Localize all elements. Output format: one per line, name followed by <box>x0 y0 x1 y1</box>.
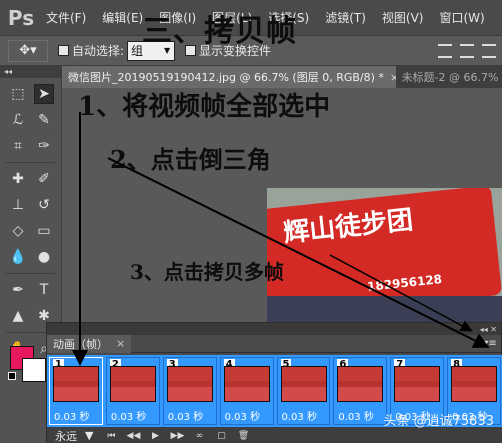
dodge-tool-icon[interactable]: ● <box>34 247 54 267</box>
loop-options-dropdown[interactable]: 永远 ▼ <box>51 428 97 443</box>
tab-label: 未标题-2 @ 66.7% <box>401 71 499 84</box>
auto-select-label: 自动选择: <box>72 44 125 58</box>
loop-value: 永远 <box>55 429 77 443</box>
frame-delay[interactable]: 0.03 秒 <box>225 408 260 423</box>
healing-brush-tool-icon[interactable]: ✚ <box>8 169 28 189</box>
quick-select-tool-icon[interactable]: ✎ <box>34 110 54 130</box>
pen-tool-icon[interactable]: ✒ <box>8 280 28 300</box>
frame-delay[interactable]: 0.03 秒 <box>111 408 146 423</box>
animation-frame[interactable]: 1 0.03 秒 <box>49 357 103 425</box>
menu-filter[interactable]: 滤镜(T) <box>317 9 374 26</box>
gradient-tool-icon[interactable]: ▭ <box>34 221 54 241</box>
document-tabs: 微信图片_20190519190412.jpg @ 66.7% (图层 0, R… <box>62 66 502 88</box>
animation-frame[interactable]: 5 0.03 秒 <box>276 357 331 425</box>
default-colors-icon[interactable] <box>8 372 16 380</box>
align-top-icon[interactable] <box>438 43 452 58</box>
panel-tab-label: 动画（帧） <box>53 337 108 351</box>
close-icon[interactable]: × <box>116 337 125 350</box>
photoshop-logo: Ps <box>7 5 35 30</box>
watermark: 头条 @逍诚75833 <box>383 414 495 429</box>
animation-frame[interactable]: 4 0.03 秒 <box>219 357 274 425</box>
first-frame-icon[interactable]: ⏮ <box>103 429 119 442</box>
frame-thumbnail <box>53 366 99 402</box>
frame-thumbnail <box>394 366 441 402</box>
crop-tool-icon[interactable]: ⌗ <box>8 136 28 156</box>
animation-controls: 永远 ▼ ⏮ ◀◀ ▶ ▶▶ ∞ ▢ 🗑 <box>47 427 502 443</box>
move-tool-icon[interactable]: ➤ <box>34 84 54 104</box>
history-brush-tool-icon[interactable]: ↺ <box>34 195 54 215</box>
align-buttons <box>438 43 496 58</box>
step-2-text: 2、点击倒三角 <box>110 145 271 174</box>
background-color-swatch[interactable] <box>22 358 46 382</box>
play-icon[interactable]: ▶ <box>147 429 163 442</box>
align-middle-icon[interactable] <box>460 43 474 58</box>
lasso-tool-icon[interactable]: ℒ <box>8 110 28 130</box>
previous-frame-icon[interactable]: ◀◀ <box>125 429 141 442</box>
tutorial-title: 三、拷贝帧 <box>142 14 297 49</box>
step-3-text: 3、点击拷贝多帧 <box>130 260 284 284</box>
tab-animation-frames[interactable]: 动画（帧） × <box>47 334 132 353</box>
frame-thumbnail <box>166 366 213 402</box>
next-frame-icon[interactable]: ▶▶ <box>169 429 185 442</box>
menu-view[interactable]: 视图(V) <box>374 9 432 26</box>
move-tool-preset-button[interactable]: ✥▾ <box>8 39 48 62</box>
tween-icon[interactable]: ∞ <box>191 429 207 442</box>
photo-image: 辉山徒步团 182956128 <box>267 188 502 324</box>
animation-frame[interactable]: 2 0.03 秒 <box>105 357 160 425</box>
tools-collapse-handle[interactable]: ◂◂ <box>0 66 61 78</box>
tab-document-active[interactable]: 微信图片_20190519190412.jpg @ 66.7% (图层 0, R… <box>62 66 396 88</box>
auto-select-checkbox[interactable] <box>58 45 69 56</box>
tab-label: 微信图片_20190519190412.jpg @ 66.7% (图层 0, R… <box>68 71 384 84</box>
delete-frame-icon[interactable]: 🗑 <box>235 429 251 442</box>
eyedropper-tool-icon[interactable]: ✑ <box>34 136 54 156</box>
menu-file[interactable]: 文件(F) <box>38 9 94 26</box>
frame-thumbnail <box>109 366 156 402</box>
duplicate-frame-icon[interactable]: ▢ <box>213 429 229 442</box>
frame-delay[interactable]: 0.03 秒 <box>282 408 317 423</box>
step-1-text: 1、将视频帧全部选中 <box>78 92 331 122</box>
frame-delay[interactable]: 0.03 秒 <box>338 408 373 423</box>
tab-document-untitled[interactable]: 未标题-2 @ 66.7% <box>396 66 502 88</box>
frame-thumbnail <box>280 366 327 402</box>
marquee-tool-icon[interactable]: ⬚ <box>8 84 28 104</box>
frame-thumbnail <box>337 366 384 402</box>
type-tool-icon[interactable]: T <box>34 280 54 300</box>
eraser-tool-icon[interactable]: ◇ <box>8 221 28 241</box>
path-select-tool-icon[interactable]: ▲ <box>8 306 28 326</box>
chevron-down-icon: ▼ <box>85 429 94 442</box>
frame-delay[interactable]: 0.03 秒 <box>54 408 89 423</box>
animation-frame[interactable]: 3 0.03 秒 <box>162 357 217 425</box>
animation-panel-header: 动画（帧） × ▾≡ <box>47 334 501 353</box>
frame-delay[interactable]: 0.03 秒 <box>168 408 203 423</box>
panel-collapse-bar[interactable]: ◂◂ ✕ <box>47 323 501 335</box>
align-bottom-icon[interactable] <box>482 43 496 58</box>
brush-tool-icon[interactable]: ✐ <box>34 169 54 189</box>
frame-thumbnail <box>223 366 270 402</box>
document-canvas[interactable]: 辉山徒步团 182956128 <box>62 88 502 324</box>
animation-frame[interactable]: 6 0.03 秒 <box>333 357 388 425</box>
clone-stamp-tool-icon[interactable]: ⊥ <box>8 195 28 215</box>
frame-thumbnail <box>451 366 498 402</box>
menu-window[interactable]: 窗口(W) <box>431 9 492 26</box>
blur-tool-icon[interactable]: 💧 <box>8 247 28 267</box>
panel-menu-triangle-icon[interactable]: ▾≡ <box>483 338 497 350</box>
